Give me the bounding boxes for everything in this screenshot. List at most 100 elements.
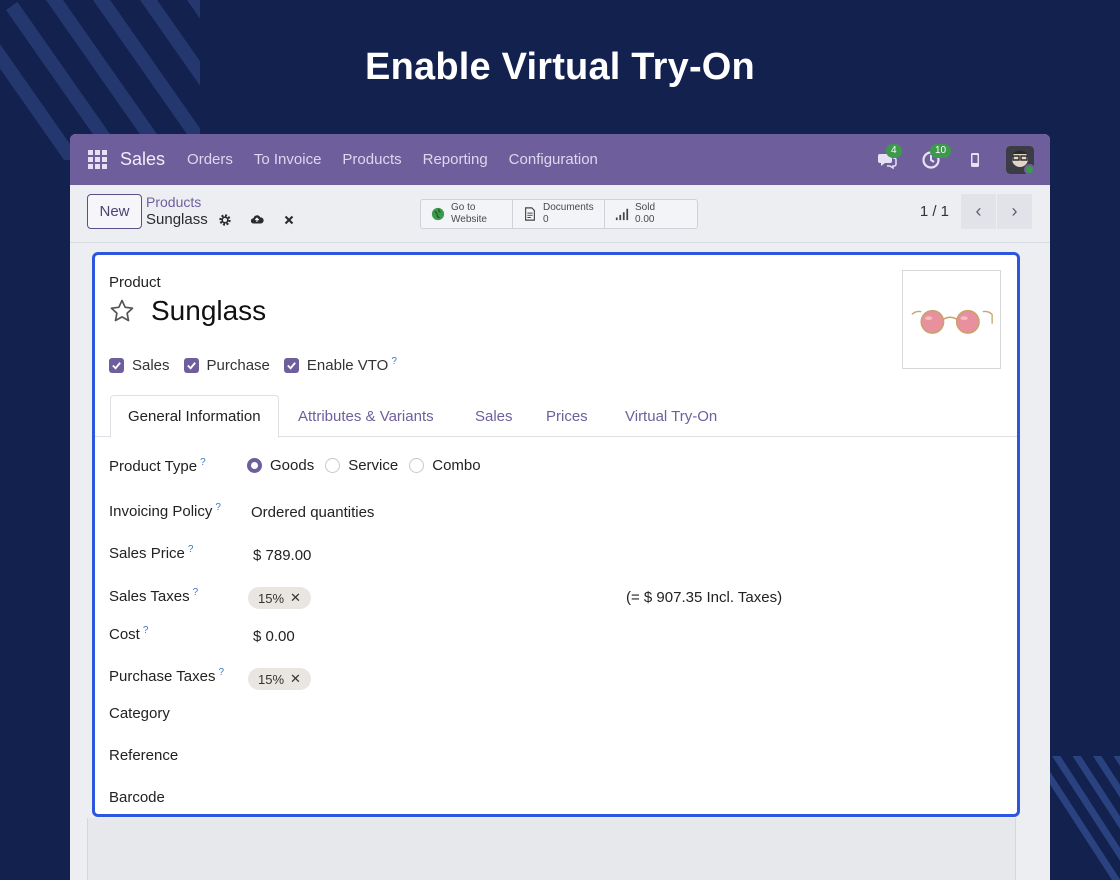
nav-item-orders[interactable]: Orders: [187, 151, 233, 168]
documents-label: Documents 0: [543, 202, 594, 225]
check-icon: [186, 361, 196, 370]
tab-virtual-try-on[interactable]: Virtual Try-On: [625, 395, 717, 437]
signal-icon: [615, 208, 629, 221]
checkbox-checked[interactable]: [183, 357, 199, 373]
sales-price-input[interactable]: $ 789.00: [253, 547, 311, 564]
nav-item-to-invoice[interactable]: To Invoice: [254, 151, 322, 168]
breadcrumb-parent-link[interactable]: Products: [146, 194, 296, 210]
product-type-goods-radio[interactable]: Goods: [247, 457, 314, 474]
reference-label: Reference: [109, 747, 179, 764]
breadcrumb-current: Sunglass: [146, 211, 296, 228]
help-tooltip-icon[interactable]: ?: [218, 667, 224, 678]
phone-button[interactable]: [962, 147, 988, 173]
sales-taxes-label: Sales Taxes?: [109, 587, 199, 605]
sales-checkbox-label: Sales: [132, 356, 170, 374]
gear-icon[interactable]: [218, 213, 232, 227]
phone-icon: [971, 152, 979, 167]
new-button[interactable]: New: [87, 194, 142, 229]
invoicing-policy-select[interactable]: Ordered quantities: [251, 504, 374, 521]
nav-systray: 4 10: [874, 143, 1050, 174]
user-avatar[interactable]: [1006, 145, 1034, 174]
purchase-checkbox[interactable]: Purchase: [183, 356, 270, 374]
nav-menu: Orders To Invoice Products Reporting Con…: [187, 151, 598, 168]
tab-sales[interactable]: Sales: [475, 395, 513, 437]
category-label: Category: [109, 705, 170, 722]
sold-button[interactable]: Sold 0.00: [605, 200, 697, 228]
remove-tag-icon[interactable]: ✕: [290, 590, 301, 606]
cost-input[interactable]: $ 0.00: [253, 628, 295, 645]
nav-item-reporting[interactable]: Reporting: [423, 151, 488, 168]
barcode-label: Barcode: [109, 789, 165, 806]
sales-checkbox[interactable]: Sales: [109, 356, 170, 374]
close-icon[interactable]: [282, 213, 296, 227]
check-icon: [287, 361, 296, 370]
product-checkboxes: Sales Purchase Enable VTO?: [109, 356, 397, 374]
sunglasses-image: [910, 309, 993, 334]
sales-price-incl-taxes: (= $ 907.35 Incl. Taxes): [626, 589, 783, 606]
purchase-taxes-label: Purchase Taxes?: [109, 667, 225, 685]
chevron-right-icon: ›: [1011, 201, 1018, 221]
nav-item-configuration[interactable]: Configuration: [509, 151, 598, 168]
enable-vto-checkbox-label: Enable VTO?: [306, 356, 397, 374]
control-panel: New Products Sunglass Go to Website Docum…: [70, 185, 1050, 243]
messages-button[interactable]: 4: [874, 143, 902, 173]
pager-value[interactable]: 1 / 1: [920, 203, 949, 220]
pager-previous-button[interactable]: ‹: [961, 194, 996, 229]
nav-brand[interactable]: Sales: [120, 149, 165, 170]
sales-tax-tag[interactable]: 15% ✕: [248, 587, 311, 609]
product-type-combo-radio[interactable]: Combo: [409, 457, 481, 474]
messages-count-badge: 4: [886, 143, 902, 158]
cloud-upload-icon[interactable]: [250, 213, 264, 227]
tab-prices[interactable]: Prices: [546, 395, 588, 437]
online-status-dot: [1024, 163, 1034, 174]
top-navbar: Sales Orders To Invoice Products Reporti…: [70, 134, 1050, 185]
nav-item-products[interactable]: Products: [342, 151, 401, 168]
activities-count-badge: 10: [930, 143, 952, 158]
documents-button[interactable]: Documents 0: [513, 200, 605, 228]
hero-title: Enable Virtual Try-On: [365, 46, 755, 88]
invoicing-policy-label: Invoicing Policy?: [109, 502, 221, 520]
tab-attributes-variants[interactable]: Attributes & Variants: [298, 395, 434, 437]
activities-button[interactable]: 10: [918, 143, 952, 173]
help-tooltip-icon[interactable]: ?: [215, 502, 221, 513]
enable-vto-checkbox[interactable]: Enable VTO?: [283, 356, 397, 374]
document-icon: [525, 207, 535, 221]
product-image[interactable]: [902, 270, 1001, 369]
radio-unselected[interactable]: [325, 458, 341, 473]
smart-buttons: Go to Website Documents 0 Sold 0.00: [420, 199, 698, 229]
breadcrumb-current-label: Sunglass: [146, 211, 208, 228]
pager-next-button[interactable]: ›: [997, 194, 1032, 229]
product-name[interactable]: Sunglass: [151, 295, 266, 327]
remove-tag-icon[interactable]: ✕: [290, 671, 301, 687]
breadcrumb: Products Sunglass: [146, 194, 296, 228]
tab-general-information[interactable]: General Information: [110, 395, 279, 438]
radio-unselected[interactable]: [409, 458, 425, 473]
product-type-service-radio[interactable]: Service: [325, 457, 398, 474]
form-tabs: General Information Attributes & Variant…: [95, 395, 1017, 438]
decor-stripes-bottom-right: [1048, 756, 1120, 880]
help-tooltip-icon[interactable]: ?: [200, 457, 206, 468]
sold-label: Sold 0.00: [635, 202, 656, 225]
help-tooltip-icon[interactable]: ?: [193, 587, 199, 598]
apps-grid-icon[interactable]: [88, 149, 108, 170]
purchase-tax-tag[interactable]: 15% ✕: [248, 668, 311, 690]
help-tooltip-icon[interactable]: ?: [391, 356, 397, 367]
sales-price-label: Sales Price?: [109, 544, 194, 562]
website-label: Go to Website: [451, 202, 487, 225]
pager: 1 / 1 ‹ ›: [920, 194, 1032, 229]
help-tooltip-icon[interactable]: ?: [143, 625, 149, 636]
checkbox-checked[interactable]: [109, 357, 124, 373]
check-icon: [112, 361, 121, 370]
product-label: Product: [109, 274, 161, 291]
star-icon[interactable]: [109, 298, 135, 324]
go-to-website-button[interactable]: Go to Website: [421, 200, 513, 228]
checkbox-checked[interactable]: [283, 357, 299, 373]
help-tooltip-icon[interactable]: ?: [188, 544, 194, 555]
product-title: Sunglass: [109, 295, 266, 327]
product-type-radio-group: Goods Service Combo: [247, 457, 483, 474]
product-type-label: Product Type?: [109, 457, 206, 475]
form-sheet-background: [87, 818, 1016, 880]
globe-icon: [431, 207, 445, 221]
chevron-left-icon: ‹: [975, 201, 982, 221]
radio-selected[interactable]: [247, 458, 262, 473]
